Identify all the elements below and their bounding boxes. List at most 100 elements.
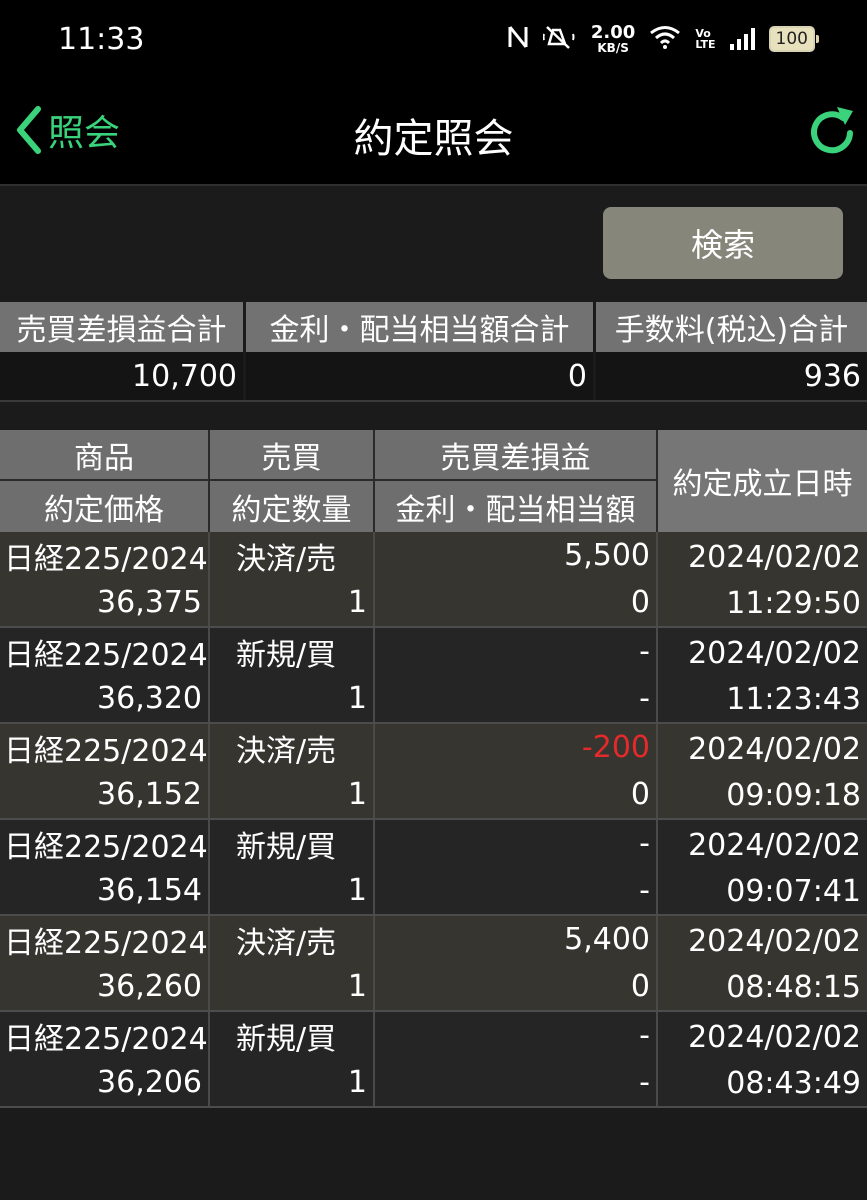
trade-side: 新規/買 [236, 1021, 337, 1057]
trade-cell-product: 日経225/2024 36,375 [0, 532, 210, 626]
trade-cell-product: 日経225/2024 36,260 [0, 916, 210, 1010]
trade-interest: - [639, 1065, 650, 1100]
trade-cell-datetime: 2024/02/02 09:09:18 [658, 724, 867, 818]
trade-cell-pnl: 5,400 0 [375, 916, 658, 1010]
app-header: 照会 約定照会 [0, 78, 867, 186]
trade-cell-product: 日経225/2024 36,152 [0, 724, 210, 818]
battery-level: 100 [775, 29, 808, 49]
trade-quantity: 1 [347, 585, 367, 620]
trade-cell-side: 決済/売 1 [210, 916, 375, 1010]
trade-quantity: 1 [347, 969, 367, 1004]
trade-row[interactable]: 日経225/2024 36,152 決済/売 1 -200 0 2024/02/… [0, 724, 867, 820]
header-interest: 金利・配当相当額 [395, 492, 636, 528]
summary-value-row: 10,700 0 936 [0, 352, 867, 402]
trade-product: 日経225/2024 [4, 733, 208, 769]
trade-product: 日経225/2024 [4, 1021, 208, 1057]
trade-cell-side: 新規/買 1 [210, 820, 375, 914]
trade-price: 36,320 [97, 681, 202, 716]
search-button[interactable]: 検索 [603, 207, 843, 279]
trades-table: 商品 約定価格 売買 約定数量 売買差損益 金利・配当相当額 約定成立日時 日経… [0, 430, 867, 1108]
trade-time: 08:43:49 [726, 1065, 861, 1101]
trade-row[interactable]: 日経225/2024 36,154 新規/買 1 - - 2024/02/02 … [0, 820, 867, 916]
trade-cell-datetime: 2024/02/02 11:29:50 [658, 532, 867, 626]
trade-cell-side: 新規/買 1 [210, 1012, 375, 1106]
trade-row[interactable]: 日経225/2024 36,320 新規/買 1 - - 2024/02/02 … [0, 628, 867, 724]
trade-interest: 0 [630, 585, 650, 620]
trade-interest: 0 [630, 777, 650, 812]
trade-cell-product: 日経225/2024 36,154 [0, 820, 210, 914]
trade-side: 決済/売 [236, 925, 337, 961]
trade-side: 決済/売 [236, 541, 337, 577]
trade-product: 日経225/2024 [4, 925, 208, 961]
trade-cell-datetime: 2024/02/02 08:48:15 [658, 916, 867, 1010]
header-col-pnl: 売買差損益 金利・配当相当額 [375, 430, 658, 532]
summary-header-fee-total: 手数料(税込)合計 [596, 302, 867, 352]
summary-header-row: 売買差損益合計 金利・配当相当額合計 手数料(税込)合計 [0, 302, 867, 352]
wifi-icon [649, 25, 681, 53]
trade-cell-datetime: 2024/02/02 09:07:41 [658, 820, 867, 914]
trade-pnl: - [639, 826, 650, 861]
net-speed: 2.00 KB/S [590, 22, 636, 55]
trade-date: 2024/02/02 [688, 731, 861, 767]
summary-table: 売買差損益合計 金利・配当相当額合計 手数料(税込)合計 10,700 0 93… [0, 302, 867, 402]
net-speed-unit: KB/S [597, 41, 629, 55]
trade-time: 09:07:41 [726, 873, 861, 909]
header-col-side: 売買 約定数量 [210, 430, 375, 532]
trade-cell-product: 日経225/2024 36,320 [0, 628, 210, 722]
summary-pnl-total: 10,700 [0, 352, 246, 400]
nfc-icon [507, 25, 529, 53]
trade-time: 08:48:15 [726, 969, 861, 1005]
header-pnl: 売買差損益 [375, 430, 656, 481]
trade-side: 決済/売 [236, 733, 337, 769]
status-icons: 2.00 KB/S Vo LTE 100 [507, 22, 820, 56]
summary-fee-total: 936 [596, 352, 867, 400]
trade-quantity: 1 [347, 681, 367, 716]
trade-cell-side: 新規/買 1 [210, 628, 375, 722]
trade-date: 2024/02/02 [688, 539, 861, 575]
trade-time: 11:23:43 [726, 681, 861, 717]
volte-bottom: LTE [695, 38, 716, 51]
trade-product: 日経225/2024 [4, 541, 208, 577]
trade-price: 36,260 [97, 969, 202, 1004]
trade-price: 36,206 [97, 1065, 202, 1100]
status-bar: 11:33 2.00 KB/S Vo LTE 100 [0, 0, 867, 78]
volte-indicator: Vo LTE [695, 28, 715, 50]
trade-product: 日経225/2024 [4, 637, 208, 673]
header-quantity: 約定数量 [231, 492, 352, 528]
trade-time: 09:09:18 [726, 777, 861, 813]
trade-row[interactable]: 日経225/2024 36,375 決済/売 1 5,500 0 2024/02… [0, 532, 867, 628]
trade-price: 36,152 [97, 777, 202, 812]
header-col-product: 商品 約定価格 [0, 430, 210, 532]
trade-cell-pnl: - - [375, 628, 658, 722]
trades-header: 商品 約定価格 売買 約定数量 売買差損益 金利・配当相当額 約定成立日時 [0, 430, 867, 532]
trade-pnl: -200 [581, 730, 650, 765]
trade-side: 新規/買 [236, 829, 337, 865]
trade-cell-side: 決済/売 1 [210, 532, 375, 626]
signal-icon [729, 28, 755, 50]
header-col-datetime: 約定成立日時 [658, 430, 867, 532]
trade-product: 日経225/2024 [4, 829, 208, 865]
header-side: 売買 [210, 430, 373, 481]
net-speed-value: 2.00 [590, 22, 636, 43]
header-product: 商品 [0, 430, 208, 481]
trade-cell-pnl: 5,500 0 [375, 532, 658, 626]
trade-cell-datetime: 2024/02/02 08:43:49 [658, 1012, 867, 1106]
trade-date: 2024/02/02 [688, 635, 861, 671]
mute-icon [542, 24, 577, 54]
trade-interest: - [639, 873, 650, 908]
trade-row[interactable]: 日経225/2024 36,260 決済/売 1 5,400 0 2024/02… [0, 916, 867, 1012]
refresh-button[interactable] [807, 105, 857, 161]
trade-pnl: 5,500 [564, 538, 650, 573]
trade-cell-side: 決済/売 1 [210, 724, 375, 818]
summary-interest-total: 0 [246, 352, 596, 400]
trade-row[interactable]: 日経225/2024 36,206 新規/買 1 - - 2024/02/02 … [0, 1012, 867, 1108]
page-title: 約定照会 [353, 116, 514, 162]
refresh-icon [811, 107, 853, 154]
trade-quantity: 1 [347, 1065, 367, 1100]
battery-icon: 100 [768, 26, 820, 52]
trade-time: 11:29:50 [726, 585, 861, 621]
trade-cell-product: 日経225/2024 36,206 [0, 1012, 210, 1106]
trade-pnl: - [639, 634, 650, 669]
trade-pnl: 5,400 [564, 922, 650, 957]
trade-quantity: 1 [347, 873, 367, 908]
